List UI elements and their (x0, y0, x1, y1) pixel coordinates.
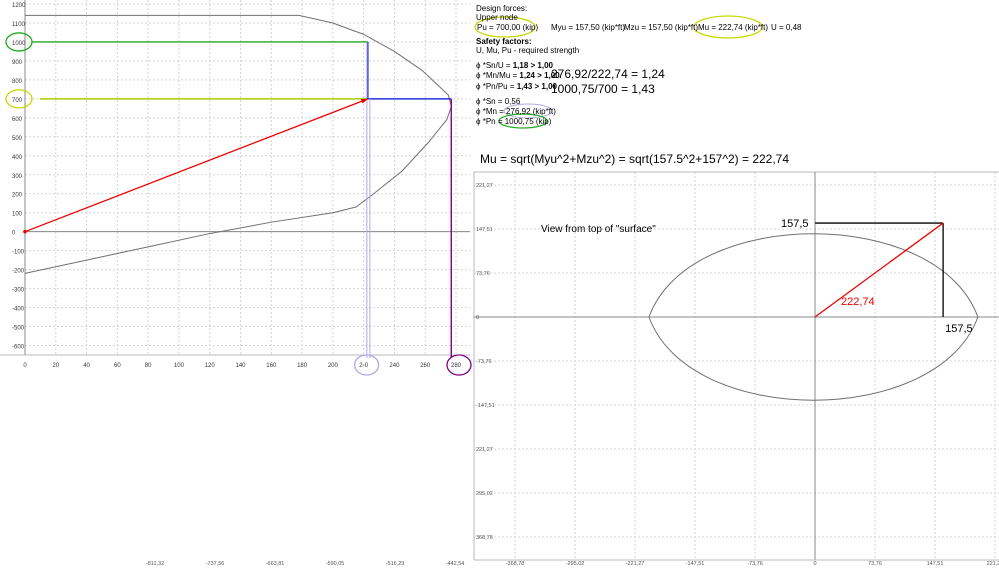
pu-value: Pu = 700,00 (kip) (477, 23, 539, 32)
pn-pu-row: ϕ *Pn/Pu = 1,43 > 1,00 (476, 82, 557, 91)
sn-u-label: ϕ *Sn/U = (476, 61, 513, 70)
myu-value: Myu = 157,50 (kip*ft) (551, 23, 626, 32)
sn-u-row: ϕ *Sn/U = 1,18 > 1,00 (476, 61, 553, 70)
mu-formula: Mu = sqrt(Myu^2+Mzu^2) = sqrt(157.5^2+15… (480, 152, 790, 166)
node-label: Upper node (476, 13, 518, 22)
sn-value: ϕ *Sn = 0,56 (476, 97, 521, 106)
mn-mu-calc: 276,92/222,74 = 1,24 (551, 67, 665, 81)
pn-pu-calc: 1000,75/700 = 1,43 (551, 82, 655, 96)
safety-desc: U, Mu, Pu - required strength (476, 46, 580, 55)
safety-title: Safety factors: (476, 37, 532, 46)
mn-mu-label: ϕ *Mn/Mu = (476, 71, 520, 80)
pn-value: ϕ *Pn = 1000,75 (kip) (476, 117, 552, 126)
sn-u-value: 1,18 > 1,00 (512, 61, 553, 70)
mu-value: Mu = 222,74 (kip*ft) (698, 23, 769, 32)
mn-value: ϕ *Mn = 276,92 (kip*ft) (476, 107, 556, 116)
pn-pu-label: ϕ *Pn/Pu = (476, 82, 517, 91)
top-view-title: View from top of "surface" (541, 224, 656, 235)
mzu-value: Mzu = 157,50 (kip*ft) (624, 23, 699, 32)
mn-mu-row: ϕ *Mn/Mu = 1,24 > 1,00 (476, 71, 560, 80)
design-forces-title: Design forces: (476, 4, 528, 13)
u-value: U = 0,48 (771, 23, 802, 32)
